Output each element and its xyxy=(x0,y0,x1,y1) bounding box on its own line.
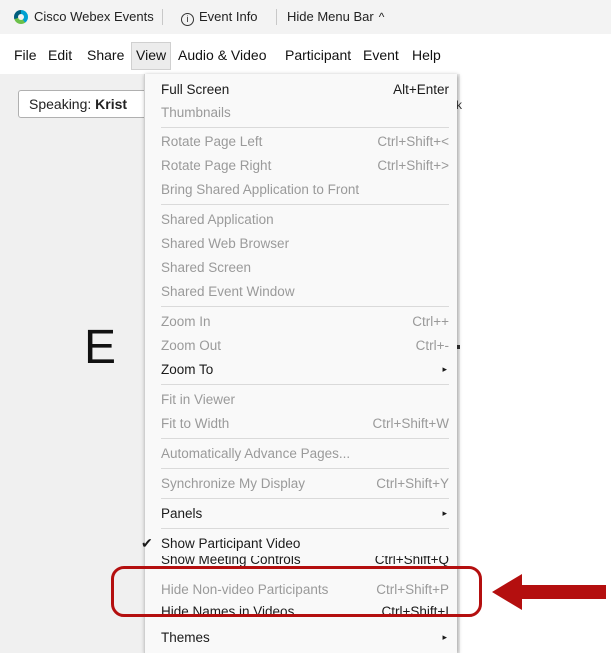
hide-menu-bar-label: Hide Menu Bar xyxy=(287,9,374,24)
title-divider xyxy=(276,9,277,25)
menu-item-label: Zoom In xyxy=(161,314,211,329)
menu-separator xyxy=(161,468,449,469)
menu-item-thumbnails[interactable]: Thumbnails xyxy=(161,101,449,125)
menu-item-label: Automatically Advance Pages... xyxy=(161,446,351,461)
menu-edit[interactable]: Edit xyxy=(48,47,72,63)
app-title: Cisco Webex Events xyxy=(34,9,154,24)
menu-share[interactable]: Share xyxy=(87,47,124,63)
menu-item-label: Shared Screen xyxy=(161,260,252,275)
menu-item-zoom-to[interactable]: Zoom To ▸ xyxy=(161,358,449,382)
menu-item-label: Shared Application xyxy=(161,212,274,227)
title-divider xyxy=(162,9,163,25)
hide-menu-bar-button[interactable]: Hide Menu Bar ^ xyxy=(287,9,384,24)
speaking-indicator: Speaking: Krist xyxy=(18,90,158,118)
menu-item-shortcut: Ctrl+Shift+W xyxy=(372,416,449,431)
menu-item-shared-event-window[interactable]: Shared Event Window xyxy=(161,280,449,304)
menu-item-show-participant-video[interactable]: ✔ Show Participant Video xyxy=(141,532,449,556)
menu-item-full-screen[interactable]: Full Screen Alt+Enter xyxy=(161,78,449,102)
menu-item-label: Panels xyxy=(161,506,203,521)
submenu-arrow-icon: ▸ xyxy=(442,508,447,518)
menu-item-zoom-out[interactable]: Zoom Out Ctrl+- xyxy=(161,334,449,358)
menu-item-shared-screen[interactable]: Shared Screen xyxy=(161,256,449,280)
shared-slide-text: E xyxy=(84,321,117,374)
menu-item-label: Synchronize My Display xyxy=(161,476,306,491)
menu-separator xyxy=(161,204,449,205)
annotation-arrow-icon xyxy=(492,574,606,610)
menu-item-label: Shared Event Window xyxy=(161,284,295,299)
menu-participant[interactable]: Participant xyxy=(285,47,351,63)
menu-item-auto-advance[interactable]: Automatically Advance Pages... xyxy=(161,442,449,466)
menu-item-rotate-left[interactable]: Rotate Page Left Ctrl+Shift+< xyxy=(161,130,449,154)
menu-separator xyxy=(161,498,449,499)
menu-view[interactable]: View xyxy=(136,47,166,63)
submenu-arrow-icon: ▸ xyxy=(442,632,447,642)
menu-item-shortcut: Ctrl+- xyxy=(415,338,449,353)
annotation-highlight-box xyxy=(111,566,482,617)
menu-item-label: Fit to Width xyxy=(161,416,230,431)
menu-separator xyxy=(161,438,449,439)
title-bar: Cisco Webex Events i Event Info Hide Menu… xyxy=(0,0,611,34)
menu-item-shortcut: Ctrl+Shift+< xyxy=(377,134,449,149)
submenu-arrow-icon: ▸ xyxy=(442,364,447,374)
menu-item-label: Fit in Viewer xyxy=(161,392,236,407)
menu-item-label: Thumbnails xyxy=(161,105,231,120)
menu-item-rotate-right[interactable]: Rotate Page Right Ctrl+Shift+> xyxy=(161,154,449,178)
menu-item-shortcut: Ctrl++ xyxy=(412,314,449,329)
menu-event[interactable]: Event xyxy=(363,47,399,63)
menu-help[interactable]: Help xyxy=(412,47,441,63)
chevron-up-icon: ^ xyxy=(378,10,385,24)
menu-item-label: Zoom To xyxy=(161,362,214,377)
menu-item-label: Rotate Page Right xyxy=(161,158,272,173)
menu-item-shortcut: Alt+Enter xyxy=(393,82,449,97)
menu-separator xyxy=(161,384,449,385)
menu-item-shared-web-browser[interactable]: Shared Web Browser xyxy=(161,232,449,256)
menu-item-shortcut: Ctrl+Shift+Y xyxy=(376,476,449,491)
menu-item-shortcut: Ctrl+Shift+> xyxy=(377,158,449,173)
menu-item-label: Zoom Out xyxy=(161,338,222,353)
speaking-prefix: Speaking: xyxy=(29,96,96,112)
menu-item-fit-to-width[interactable]: Fit to Width Ctrl+Shift+W xyxy=(161,412,449,436)
menu-item-synchronize-display[interactable]: Synchronize My Display Ctrl+Shift+Y xyxy=(161,472,449,496)
menu-item-panels[interactable]: Panels ▸ xyxy=(161,502,449,526)
menu-item-label: Show Participant Video xyxy=(161,536,301,551)
checkmark-icon: ✔ xyxy=(141,535,153,551)
menu-item-label: Full Screen xyxy=(161,82,230,97)
menu-item-label: Themes xyxy=(161,630,210,645)
info-icon: i xyxy=(181,13,194,26)
menu-item-themes[interactable]: Themes ▸ xyxy=(161,626,449,650)
menu-separator xyxy=(161,306,449,307)
menu-item-shared-application[interactable]: Shared Application xyxy=(161,208,449,232)
menu-separator xyxy=(161,528,449,529)
menu-file[interactable]: File xyxy=(14,47,37,63)
menu-separator xyxy=(161,127,449,128)
event-info-button[interactable]: i Event Info xyxy=(181,9,258,26)
menu-item-bring-to-front[interactable]: Bring Shared Application to Front xyxy=(161,178,449,202)
speaking-name: Krist xyxy=(95,96,128,112)
menu-item-zoom-in[interactable]: Zoom In Ctrl++ xyxy=(161,310,449,334)
menu-audio-video[interactable]: Audio & Video xyxy=(178,47,266,63)
webex-logo-icon xyxy=(14,10,28,24)
menu-item-label: Shared Web Browser xyxy=(161,236,290,251)
event-info-label: Event Info xyxy=(199,9,258,24)
menu-item-label: Bring Shared Application to Front xyxy=(161,182,360,197)
menu-item-label: Rotate Page Left xyxy=(161,134,263,149)
menu-item-fit-in-viewer[interactable]: Fit in Viewer xyxy=(161,388,449,412)
